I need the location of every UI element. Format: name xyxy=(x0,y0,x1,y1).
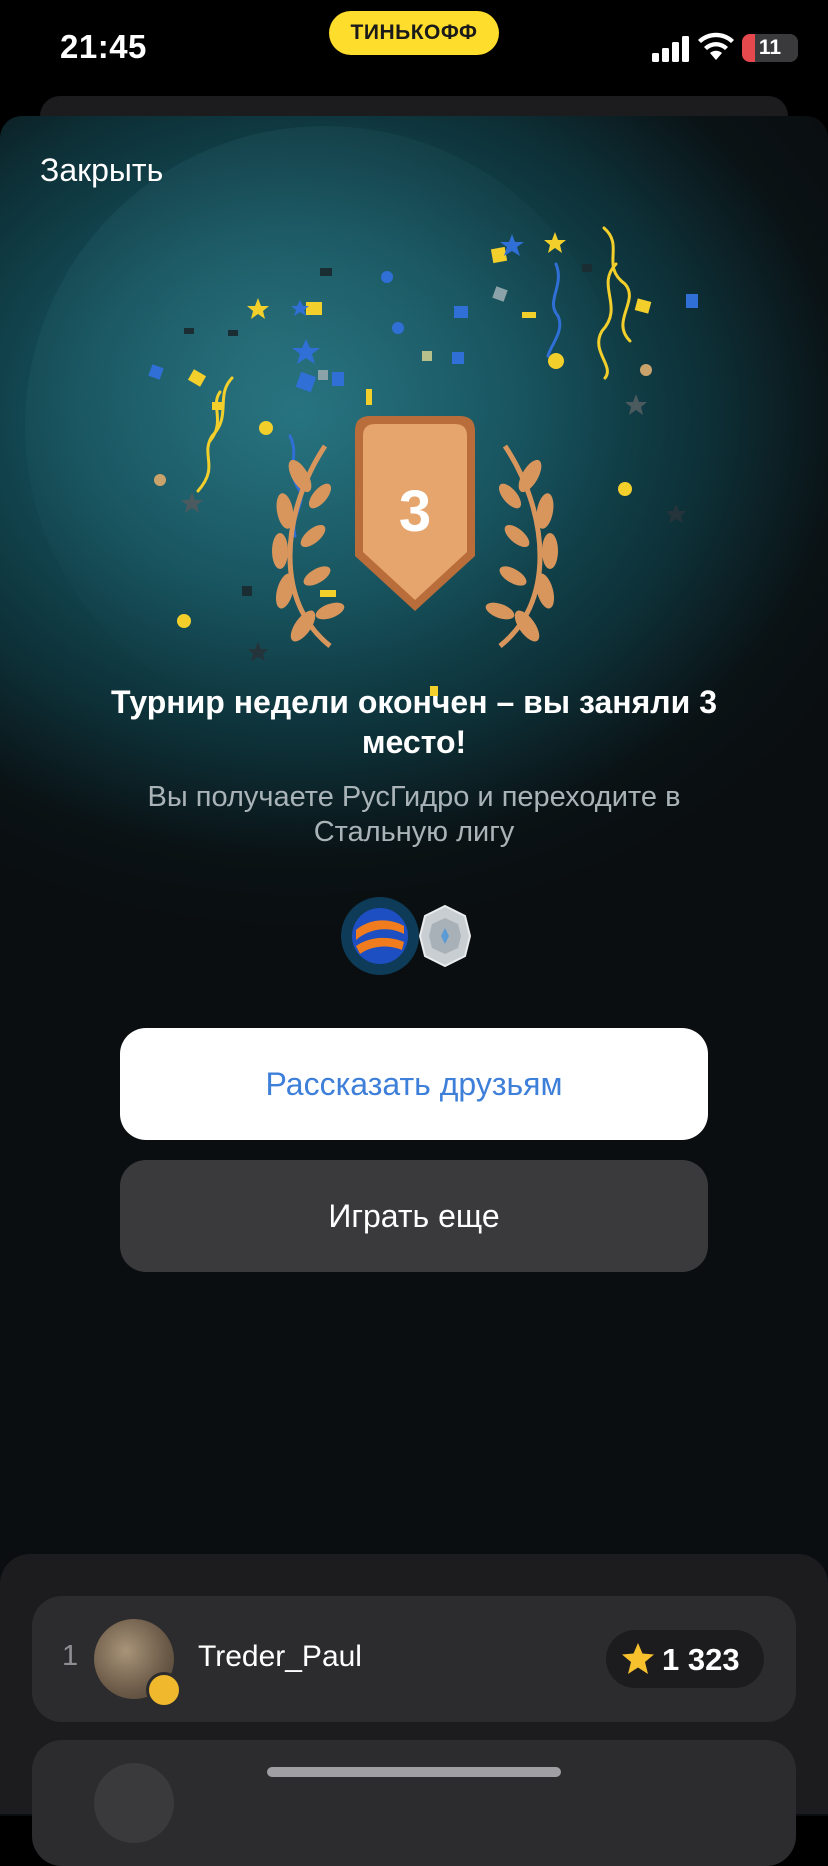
battery-icon: 11 xyxy=(742,34,798,62)
play-again-button[interactable]: Играть еще xyxy=(120,1160,708,1272)
score-value: 1 323 xyxy=(662,1642,740,1677)
result-subtitle: Вы получаете РусГидро и переходите в Ста… xyxy=(147,781,681,848)
status-time: 21:45 xyxy=(60,28,147,65)
place-number: 3 xyxy=(399,479,431,544)
star-icon xyxy=(622,1643,654,1674)
share-with-friends-button[interactable]: Рассказать друзьям xyxy=(120,1028,708,1140)
laurel-left-icon xyxy=(272,444,345,648)
home-indicator[interactable] xyxy=(267,1767,561,1777)
battery-level: 11 xyxy=(758,36,782,59)
result-title: Турнир недели окончен – вы заняли 3 мест… xyxy=(111,684,717,760)
avatar xyxy=(94,1763,174,1843)
wifi-icon xyxy=(698,32,734,60)
leaderboard-row[interactable] xyxy=(32,1740,796,1866)
reward-icons xyxy=(341,897,472,975)
leaderboard-row[interactable]: 1 Treder_Paul 1 323 xyxy=(32,1596,796,1722)
laurel-right-icon xyxy=(485,444,558,648)
rank-number: 1 xyxy=(62,1640,79,1672)
status-bar: 21:45 ТИНЬКОФФ 11 xyxy=(0,0,828,100)
trophy-badge-icon xyxy=(146,1672,182,1708)
cellular-signal-icon xyxy=(652,36,689,62)
username: Treder_Paul xyxy=(198,1640,362,1673)
steel-league-badge-icon xyxy=(418,904,472,968)
score-pill: 1 323 xyxy=(606,1630,764,1688)
brand-pill[interactable]: ТИНЬКОФФ xyxy=(329,11,499,55)
status-icons: 11 xyxy=(628,30,828,70)
rushydro-logo-icon xyxy=(341,897,419,975)
